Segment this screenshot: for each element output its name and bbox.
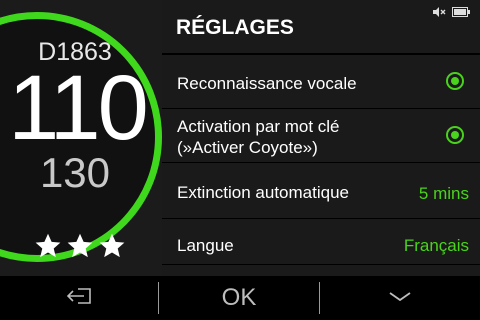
- setting-keyword-activation[interactable]: Activation par mot clé (»Activer Coyote»…: [162, 109, 480, 163]
- settings-panel: RÉGLAGES Reconnaissance vocale Activatio…: [162, 0, 480, 276]
- setting-label: Reconnaissance vocale: [177, 74, 357, 93]
- auto-shutdown-value: 5 mins: [418, 184, 469, 203]
- current-speed: 110: [8, 57, 149, 159]
- ok-label: OK: [221, 284, 257, 311]
- star-icon: [98, 232, 126, 260]
- speed-limit: 130: [39, 149, 111, 196]
- star-icon: [34, 232, 62, 260]
- setting-label: Extinction automatique: [177, 183, 349, 202]
- star-icon: [66, 232, 94, 260]
- scroll-down-button[interactable]: [320, 276, 480, 320]
- setting-language[interactable]: Langue Français: [162, 219, 480, 265]
- keyword-activation-toggle[interactable]: [446, 126, 464, 144]
- exit-icon: [64, 285, 94, 312]
- settings-title: RÉGLAGES: [176, 16, 294, 39]
- ok-button[interactable]: OK: [159, 276, 319, 320]
- back-button[interactable]: [0, 276, 158, 320]
- speed-panel: D1863 110 130: [0, 0, 162, 276]
- setting-label: Langue: [177, 236, 234, 255]
- status-bar: [432, 6, 470, 18]
- language-value: Français: [403, 236, 469, 255]
- setting-auto-shutdown[interactable]: Extinction automatique 5 mins: [162, 163, 480, 219]
- rating-stars: [34, 232, 126, 262]
- speaker-muted-icon: [432, 6, 446, 18]
- chevron-down-icon: [387, 289, 413, 308]
- setting-label: Activation par mot clé (»Activer Coyote»…: [177, 117, 340, 157]
- coyote-screen: D1863 110 130 RÉGLAGES Reconnaissance vo…: [0, 0, 480, 320]
- voice-recognition-toggle[interactable]: [446, 72, 464, 90]
- bottom-bar: OK: [0, 276, 480, 320]
- setting-voice-recognition[interactable]: Reconnaissance vocale: [162, 55, 480, 109]
- battery-icon: [452, 7, 470, 17]
